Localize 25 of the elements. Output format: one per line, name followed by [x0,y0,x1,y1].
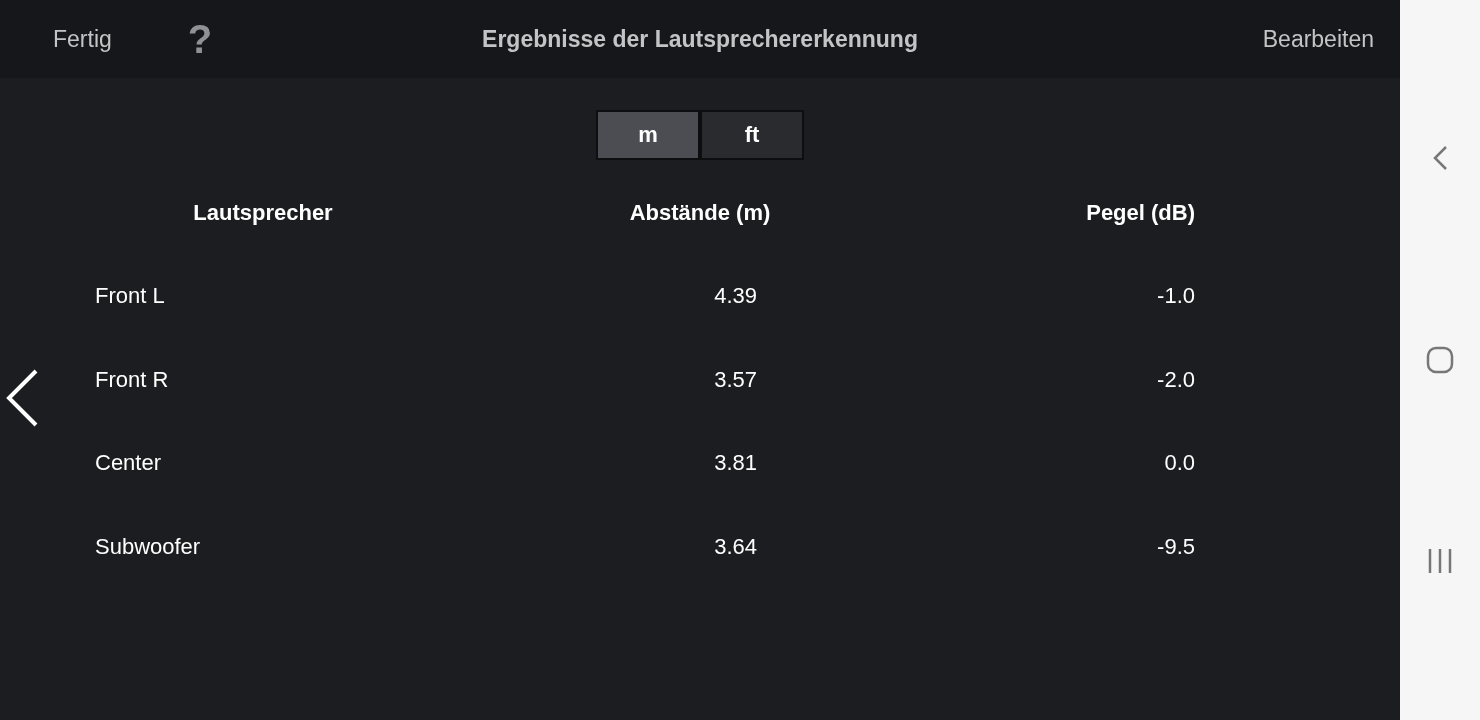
table-cell: -1.0 [1157,283,1195,310]
column-header: Pegel (dB) [1086,199,1195,226]
unit-toggle-button[interactable]: ft [700,110,804,160]
table-cell: 3.81 [714,450,757,477]
column-header: Abstände (m) [629,199,771,226]
column-header: Lautsprecher [193,199,333,226]
back-chevron-icon[interactable] [6,369,38,427]
table-cell: Subwoofer [95,533,201,560]
table-cell: Center [95,450,162,477]
table-cell: Front R [95,366,169,393]
table-cell: 4.39 [714,283,757,310]
table-cell: -2.0 [1157,366,1195,393]
back-icon[interactable] [1432,145,1448,171]
table-cell: 0.0 [1164,450,1195,477]
table-cell: 3.57 [714,366,757,393]
help-button[interactable]: ? [187,16,213,62]
edit-button[interactable]: Bearbeiten [1262,25,1374,53]
table-cell: Front L [95,283,165,310]
home-icon[interactable] [1426,345,1454,374]
unit-toggle-button[interactable]: m [596,110,700,160]
screen-title: Ergebnisse der Lautsprechererkennung [482,25,918,53]
recent-apps-icon[interactable] [1427,548,1453,574]
done-button[interactable]: Fertig [53,25,112,53]
table-cell: 3.64 [714,533,757,560]
table-cell: -9.5 [1157,533,1195,560]
